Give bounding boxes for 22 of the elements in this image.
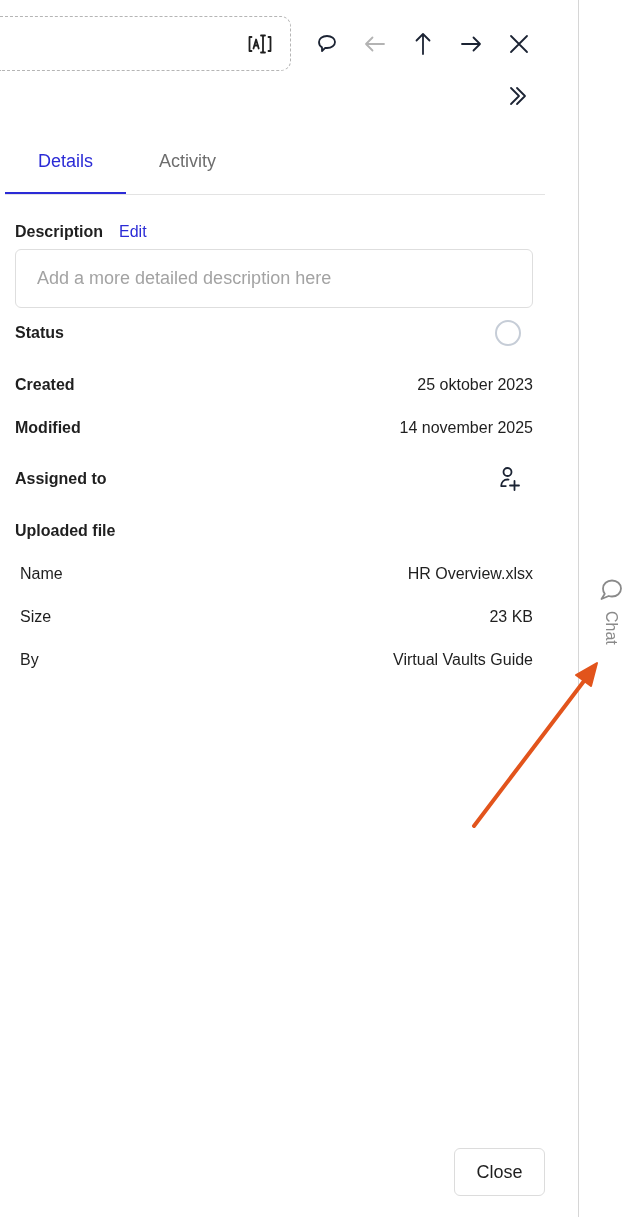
- field-label: Created: [15, 374, 75, 395]
- field-value: 25 oktober 2023: [417, 374, 533, 395]
- file-value: HR Overview.xlsx: [407, 563, 533, 584]
- file-label: Name: [19, 563, 63, 584]
- file-value: 23 KB: [489, 606, 533, 627]
- field-label: Description: [15, 222, 103, 242]
- field-label: Modified: [15, 417, 81, 438]
- text-select-icon: [247, 32, 273, 55]
- file-label: By: [19, 649, 39, 670]
- field-label: Status: [15, 322, 64, 343]
- field-value: 14 november 2025: [399, 417, 533, 438]
- close-button[interactable]: Close: [454, 1148, 545, 1196]
- person-add-icon[interactable]: [497, 465, 521, 492]
- field-label: Assigned to: [15, 468, 107, 489]
- file-label: Size: [19, 606, 52, 627]
- description-field[interactable]: Add a more detailed description here: [15, 249, 533, 308]
- text-field[interactable]: [0, 16, 291, 71]
- section-title: Uploaded file: [15, 520, 116, 541]
- tab[interactable]: Details: [5, 130, 127, 194]
- tab[interactable]: Activity: [126, 130, 250, 194]
- edit-link[interactable]: Edit: [119, 220, 147, 244]
- file-value: Virtual Vaults Guide: [393, 649, 533, 670]
